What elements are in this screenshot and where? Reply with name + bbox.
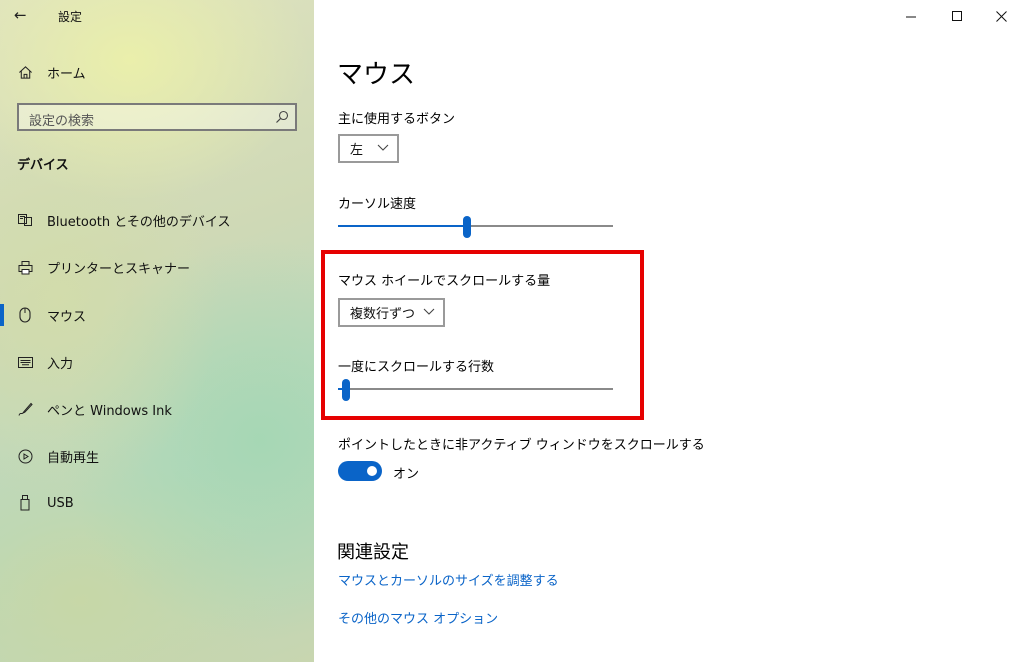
keyboard-icon bbox=[17, 354, 33, 370]
inactive-scroll-toggle[interactable] bbox=[338, 461, 382, 481]
lines-scroll-label: 一度にスクロールする行数 bbox=[338, 360, 495, 375]
toggle-state-text: オン bbox=[393, 467, 420, 482]
sidebar-item-mouse[interactable]: マウス bbox=[0, 293, 314, 337]
pen-icon bbox=[17, 401, 33, 417]
sidebar-item-label: USB bbox=[47, 495, 74, 511]
settings-search-input[interactable]: 設定の検索 bbox=[17, 103, 297, 131]
other-mouse-options-link[interactable]: その他のマウス オプション bbox=[338, 608, 498, 627]
app-title: 設定 bbox=[58, 10, 83, 24]
autoplay-icon bbox=[17, 448, 33, 464]
sidebar-item-printers[interactable]: プリンターとスキャナー bbox=[0, 245, 314, 289]
usb-icon bbox=[17, 495, 33, 511]
sidebar-item-pen[interactable]: ペンと Windows Ink bbox=[0, 387, 314, 431]
wheel-scroll-value: 複数行ずつ bbox=[350, 307, 416, 322]
close-button[interactable] bbox=[978, 0, 1024, 32]
maximize-button[interactable] bbox=[934, 0, 980, 32]
minimize-button[interactable] bbox=[888, 0, 934, 32]
slider-thumb[interactable] bbox=[342, 379, 350, 401]
slider-track bbox=[338, 388, 613, 390]
close-icon bbox=[995, 10, 1007, 22]
search-placeholder: 設定の検索 bbox=[29, 114, 95, 129]
cursor-size-link[interactable]: マウスとカーソルのサイズを調整する bbox=[338, 570, 559, 589]
sidebar-item-bluetooth[interactable]: Bluetooth とその他のデバイス bbox=[0, 198, 314, 242]
sidebar-item-label: ペンと Windows Ink bbox=[47, 403, 172, 419]
sidebar-item-home[interactable]: ホーム bbox=[0, 50, 314, 94]
maximize-icon bbox=[951, 10, 962, 21]
sidebar: ← 設定 ホーム 設定の検索 デバイス Bluetooth とその他のデバイス … bbox=[0, 0, 314, 662]
sidebar-item-label: 入力 bbox=[47, 356, 74, 372]
bluetooth-devices-icon bbox=[17, 212, 33, 228]
chevron-down-icon bbox=[423, 308, 435, 315]
primary-button-value: 左 bbox=[350, 143, 364, 158]
sidebar-item-label: プリンターとスキャナー bbox=[47, 261, 191, 277]
slider-fill bbox=[338, 225, 467, 227]
sidebar-item-label: Bluetooth とその他のデバイス bbox=[47, 214, 231, 230]
wheel-scroll-dropdown[interactable]: 複数行ずつ bbox=[338, 298, 445, 327]
minimize-icon bbox=[905, 16, 916, 17]
sidebar-item-label: マウス bbox=[47, 309, 87, 325]
cursor-speed-label: カーソル速度 bbox=[338, 197, 417, 212]
printer-icon bbox=[17, 259, 33, 275]
wheel-scroll-label: マウス ホイールでスクロールする量 bbox=[338, 274, 551, 289]
toggle-knob bbox=[367, 466, 377, 476]
lines-scroll-slider[interactable] bbox=[338, 379, 613, 401]
sidebar-item-input[interactable]: 入力 bbox=[0, 340, 314, 384]
page-title: マウス bbox=[337, 60, 416, 90]
sidebar-item-label: 自動再生 bbox=[47, 450, 100, 466]
related-settings-title: 関連設定 bbox=[337, 542, 409, 563]
inactive-scroll-label: ポイントしたときに非アクティブ ウィンドウをスクロールする bbox=[338, 438, 705, 453]
mouse-icon bbox=[17, 307, 33, 323]
back-arrow-icon[interactable]: ← bbox=[14, 6, 27, 24]
home-icon bbox=[17, 64, 33, 80]
cursor-speed-slider[interactable] bbox=[338, 216, 613, 238]
section-label-devices: デバイス bbox=[17, 158, 69, 173]
sidebar-item-usb[interactable]: USB bbox=[0, 481, 314, 525]
slider-thumb[interactable] bbox=[463, 216, 471, 238]
search-icon[interactable] bbox=[275, 109, 289, 123]
primary-button-dropdown[interactable]: 左 bbox=[338, 134, 399, 163]
primary-button-label: 主に使用するボタン bbox=[338, 112, 456, 127]
chevron-down-icon bbox=[377, 144, 389, 151]
sidebar-item-label: ホーム bbox=[47, 66, 86, 82]
sidebar-item-autoplay[interactable]: 自動再生 bbox=[0, 434, 314, 478]
